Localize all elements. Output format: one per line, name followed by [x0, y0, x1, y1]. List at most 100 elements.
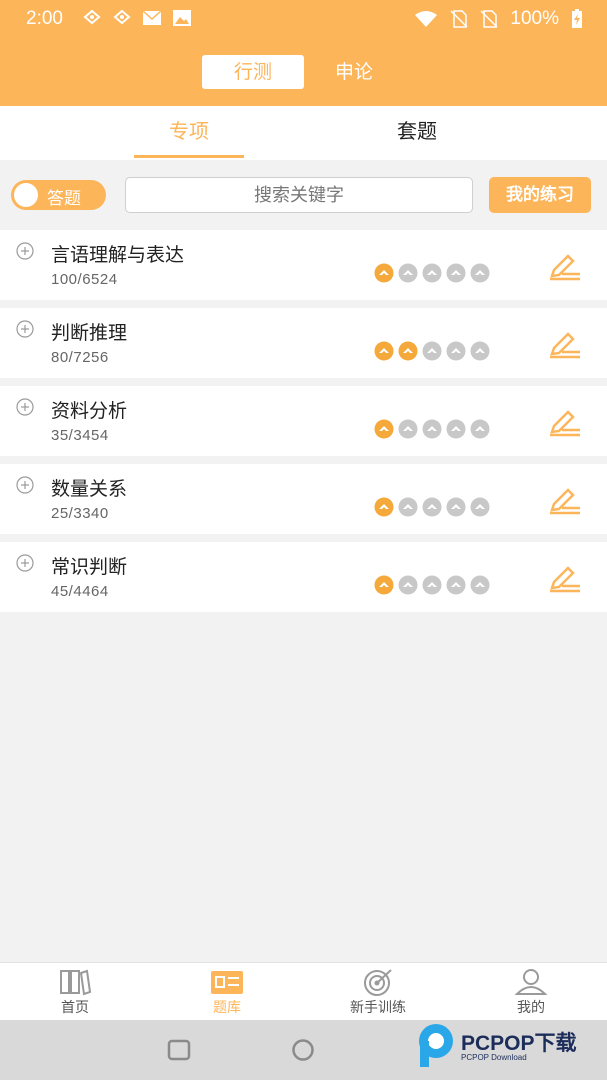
tab-xingce[interactable]: 行测 — [202, 55, 304, 89]
category-progress: 45/4464 — [51, 583, 109, 600]
category-title: 常识判断 — [51, 556, 128, 578]
category-progress: 25/3340 — [51, 505, 109, 522]
practice-edit-icon[interactable] — [548, 564, 582, 594]
level-badge-inactive-icon — [422, 575, 442, 595]
pcpop-logo-icon — [419, 1024, 453, 1067]
target-icon — [364, 969, 392, 996]
home-icon — [60, 969, 92, 996]
level-badge-inactive-icon — [470, 419, 490, 439]
level-badge-active-icon — [374, 341, 394, 361]
level-rating — [374, 341, 490, 361]
nav-question-bank-label: 题库 — [213, 1000, 241, 1016]
image-icon — [173, 10, 191, 26]
toggle-label: 答题 — [47, 189, 81, 209]
search-input[interactable] — [126, 178, 472, 212]
nav-home-label: 首页 — [61, 1000, 89, 1016]
list-item[interactable]: 判断推理 80/7256 — [0, 308, 607, 378]
home-system-icon[interactable] — [290, 1039, 316, 1061]
level-badge-inactive-icon — [422, 497, 442, 517]
status-left-icons — [82, 9, 192, 27]
practice-edit-icon[interactable] — [548, 252, 582, 282]
level-badge-active-icon — [374, 263, 394, 283]
status-bar: 2:00 100% — [0, 0, 607, 38]
exam-type-switch: 行测 申论 — [0, 55, 607, 89]
no-sim-icon — [480, 10, 498, 28]
category-title: 资料分析 — [51, 400, 128, 422]
sub-tabs: 专项 套题 — [0, 106, 607, 160]
tab-special[interactable]: 专项 — [134, 106, 244, 160]
level-badge-inactive-icon — [398, 263, 418, 283]
expand-plus-icon[interactable] — [15, 241, 35, 261]
toggle-knob — [14, 183, 38, 207]
level-badge-inactive-icon — [470, 575, 490, 595]
answer-mode-toggle[interactable]: 答题 — [11, 180, 106, 210]
level-rating — [374, 419, 490, 439]
recent-apps-icon[interactable] — [167, 1039, 191, 1061]
level-badge-inactive-icon — [422, 263, 442, 283]
status-right-icons: 100% — [414, 8, 583, 30]
level-rating — [374, 497, 490, 517]
profile-icon — [514, 969, 548, 995]
level-badge-inactive-icon — [446, 575, 466, 595]
level-badge-inactive-icon — [398, 419, 418, 439]
level-badge-inactive-icon — [422, 419, 442, 439]
level-badge-inactive-icon — [422, 341, 442, 361]
search-row: 答题 我的练习 — [0, 160, 607, 230]
level-badge-inactive-icon — [398, 497, 418, 517]
nav-profile-label: 我的 — [517, 1000, 545, 1016]
category-progress: 35/3454 — [51, 427, 109, 444]
category-list: 言语理解与表达 100/6524 判断推理 80/7256 资料分析 35/3454 数量关… — [0, 230, 607, 620]
list-item[interactable]: 言语理解与表达 100/6524 — [0, 230, 607, 300]
app-header: 2:00 100% 行测 申论 — [0, 0, 607, 106]
level-badge-active-icon — [398, 341, 418, 361]
level-badge-inactive-icon — [446, 263, 466, 283]
category-title: 数量关系 — [51, 478, 128, 500]
level-badge-inactive-icon — [470, 263, 490, 283]
watermark-sub: PCPOP Download — [461, 1053, 527, 1062]
watermark-logo: PCPOP下载 PCPOP Download — [413, 1017, 603, 1075]
level-badge-inactive-icon — [398, 575, 418, 595]
expand-plus-icon[interactable] — [15, 397, 35, 417]
my-practice-button[interactable]: 我的练习 — [489, 177, 591, 213]
expand-plus-icon[interactable] — [15, 553, 35, 573]
nav-training[interactable]: 新手训练 — [328, 963, 428, 1021]
nav-profile[interactable]: 我的 — [481, 963, 581, 1021]
battery-text: 100% — [510, 8, 559, 29]
practice-edit-icon[interactable] — [548, 486, 582, 516]
tab-shenlun[interactable]: 申论 — [318, 55, 390, 89]
practice-edit-icon[interactable] — [548, 408, 582, 438]
list-item[interactable]: 数量关系 25/3340 — [0, 464, 607, 534]
list-item[interactable]: 资料分析 35/3454 — [0, 386, 607, 456]
nav-question-bank[interactable]: 题库 — [177, 963, 277, 1021]
battery-charging-icon — [572, 9, 582, 28]
notification-icon — [113, 9, 131, 25]
list-item[interactable]: 常识判断 45/4464 — [0, 542, 607, 612]
level-badge-active-icon — [374, 497, 394, 517]
expand-plus-icon[interactable] — [15, 319, 35, 339]
nav-home[interactable]: 首页 — [25, 963, 125, 1021]
level-rating — [374, 575, 490, 595]
expand-plus-icon[interactable] — [15, 475, 35, 495]
nav-training-label: 新手训练 — [350, 1000, 406, 1016]
level-badge-inactive-icon — [470, 497, 490, 517]
level-badge-active-icon — [374, 575, 394, 595]
no-sim-icon — [450, 10, 468, 28]
level-badge-inactive-icon — [446, 419, 466, 439]
question-bank-icon — [211, 971, 243, 994]
category-title: 判断推理 — [51, 322, 128, 344]
level-badge-active-icon — [374, 419, 394, 439]
level-rating — [374, 263, 490, 283]
level-badge-inactive-icon — [470, 341, 490, 361]
level-badge-inactive-icon — [446, 341, 466, 361]
category-title: 言语理解与表达 — [51, 244, 185, 266]
practice-edit-icon[interactable] — [548, 330, 582, 360]
notification-icon — [83, 9, 101, 25]
category-progress: 80/7256 — [51, 349, 109, 366]
wifi-icon — [415, 11, 438, 27]
category-progress: 100/6524 — [51, 271, 118, 288]
mail-icon — [142, 10, 162, 25]
search-box — [125, 177, 473, 213]
tab-sets[interactable]: 套题 — [362, 106, 472, 160]
level-badge-inactive-icon — [446, 497, 466, 517]
status-time: 2:00 — [26, 8, 63, 29]
